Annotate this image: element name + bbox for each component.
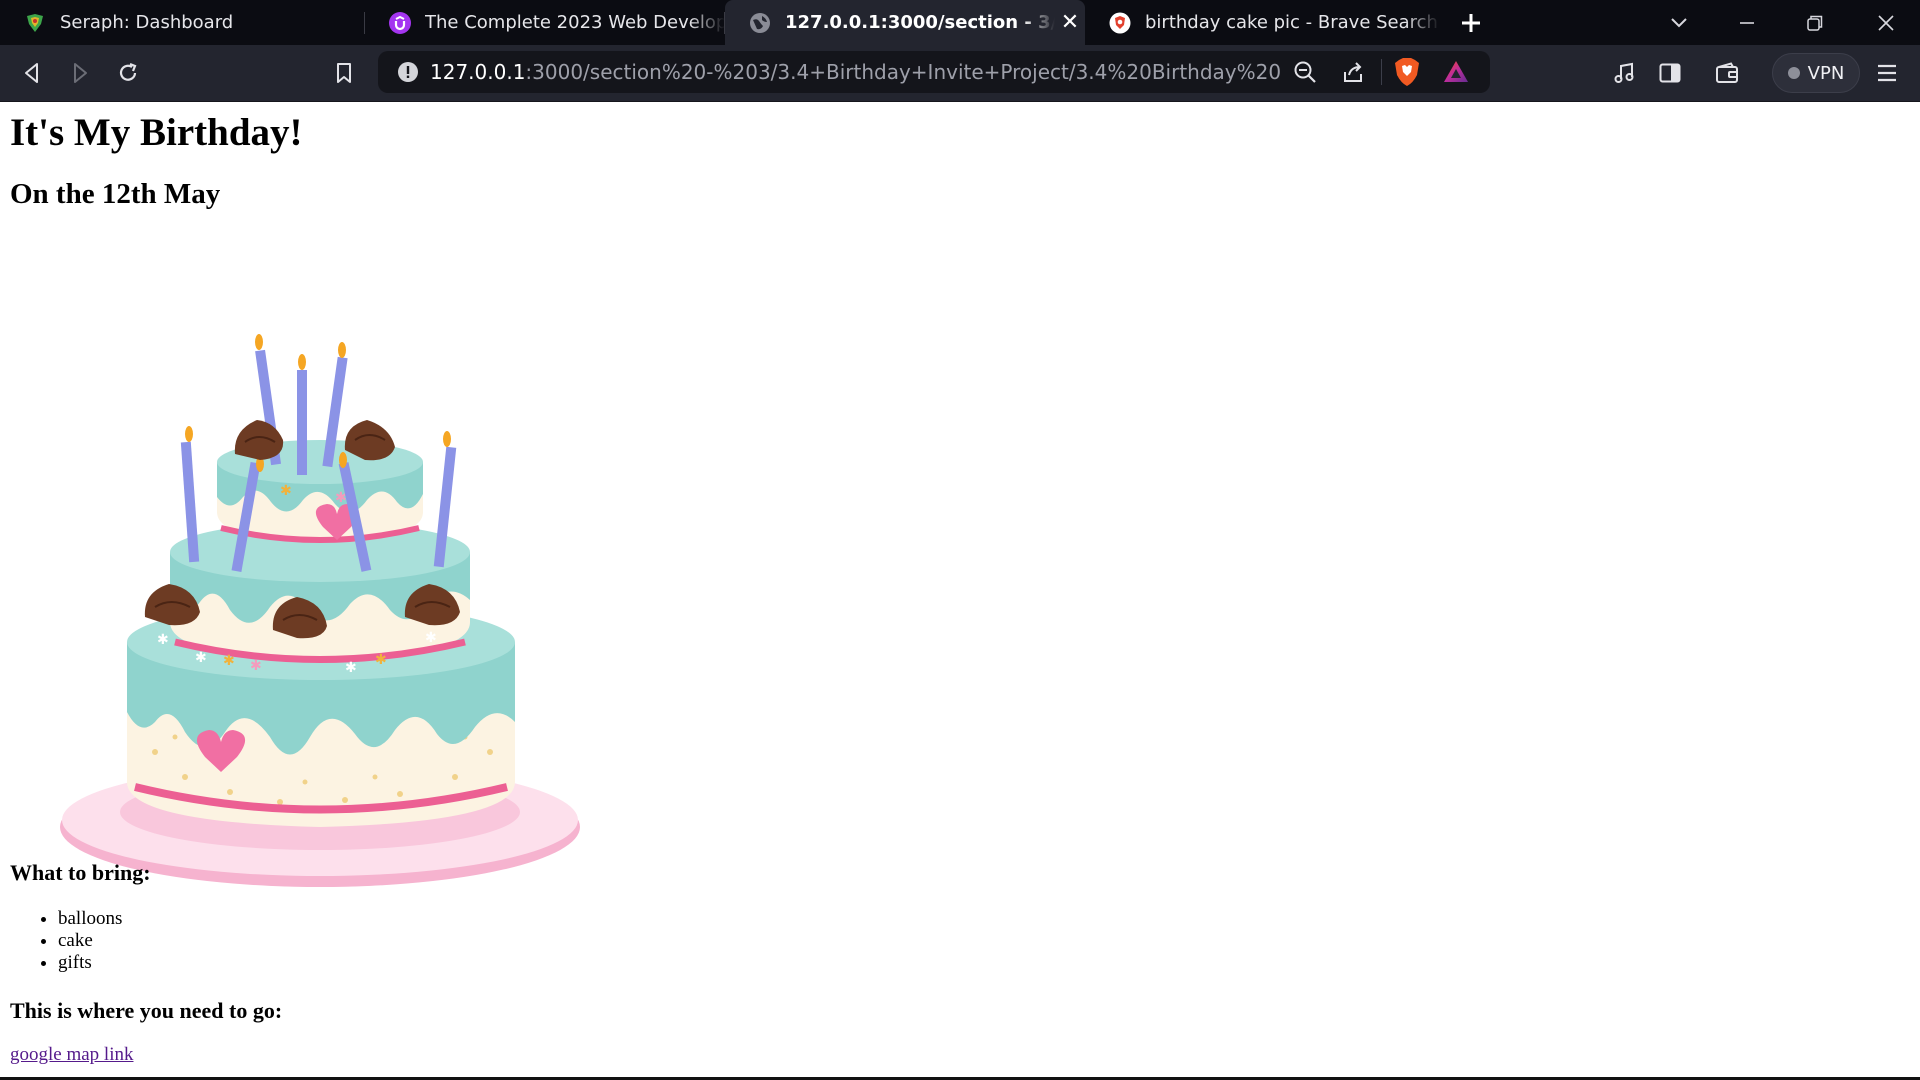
brave-search-icon: [1109, 12, 1131, 34]
bookmark-icon: [337, 63, 351, 83]
svg-text:✱: ✱: [250, 658, 262, 674]
close-window-button[interactable]: [1852, 0, 1920, 45]
close-tab-icon[interactable]: ✕: [1055, 10, 1085, 35]
brave-rewards-icon[interactable]: [1443, 60, 1469, 88]
plus-icon: [1462, 13, 1480, 32]
wallet-icon: [1716, 62, 1738, 83]
close-icon: [1878, 14, 1894, 31]
restore-button[interactable]: [1781, 0, 1849, 45]
music-note-icon: [1614, 62, 1634, 83]
globe-icon: [749, 12, 771, 34]
url-path: :3000/section%20-%203/3.4+Birthday+Invit…: [525, 60, 1280, 84]
reload-button[interactable]: [108, 53, 148, 93]
page-subtitle: On the 12th May: [10, 178, 221, 210]
address-divider: [1381, 59, 1382, 85]
list-item: cake: [58, 930, 122, 952]
bookmark-button[interactable]: [324, 53, 364, 93]
url-text[interactable]: 127.0.0.1:3000/section%20-%203/3.4+Birth…: [430, 60, 1280, 84]
svg-text:✱: ✱: [425, 630, 437, 646]
location-heading: This is where you need to go:: [10, 998, 283, 1023]
svg-text:✱: ✱: [345, 660, 357, 676]
back-button[interactable]: [12, 53, 52, 93]
birthday-cake-image: ✱ ✱ ✱ ✱ ✱ ✱ ✱ ✱ ✱: [45, 282, 585, 922]
back-arrow-icon: [25, 63, 38, 83]
forward-button[interactable]: [60, 53, 100, 93]
tab-brave-search[interactable]: birthday cake pic - Brave Search: [1085, 0, 1440, 45]
forward-arrow-icon: [74, 63, 87, 83]
brave-shields-icon[interactable]: [1394, 57, 1420, 91]
list-item: balloons: [58, 908, 122, 930]
svg-text:✱: ✱: [157, 632, 169, 648]
minimize-button[interactable]: [1713, 0, 1781, 45]
wallet-button[interactable]: [1707, 53, 1747, 93]
list-item: gifts: [58, 952, 122, 974]
reload-icon: [119, 62, 137, 81]
sidebar-icon: [1659, 63, 1681, 83]
tab-web-dev-bootcamp[interactable]: The Complete 2023 Web Development Bootca…: [365, 0, 725, 45]
media-button[interactable]: [1604, 53, 1644, 93]
zoom-icon[interactable]: [1293, 60, 1317, 88]
address-bar[interactable]: 127.0.0.1:3000/section%20-%203/3.4+Birth…: [378, 51, 1490, 93]
minimize-icon: [1740, 21, 1754, 24]
vpn-status-icon: [1787, 67, 1800, 79]
udemy-icon: [389, 11, 411, 34]
seraph-icon: [24, 12, 46, 34]
bring-list: balloons cake gifts: [10, 908, 122, 974]
google-map-link[interactable]: google map link: [10, 1044, 133, 1066]
page-title: It's My Birthday!: [10, 111, 303, 154]
svg-text:✱: ✱: [223, 653, 235, 669]
share-icon[interactable]: [1341, 60, 1365, 88]
tab-list-button[interactable]: [1645, 0, 1713, 45]
main-menu-button[interactable]: [1867, 53, 1907, 93]
restore-icon: [1807, 15, 1823, 31]
vpn-label: VPN: [1807, 62, 1845, 84]
site-info-icon[interactable]: [386, 61, 430, 83]
bring-heading: What to bring:: [10, 860, 151, 885]
svg-text:✱: ✱: [195, 650, 207, 666]
tab-birthday-invite[interactable]: 127.0.0.1:3000/section - 3/3.4+Birthday+…: [725, 0, 1085, 45]
svg-text:✱: ✱: [280, 483, 292, 499]
new-tab-button[interactable]: [1440, 0, 1502, 45]
url-host: 127.0.0.1: [430, 60, 526, 84]
tab-seraph-dashboard[interactable]: Seraph: Dashboard: [0, 0, 365, 45]
toolbar: 127.0.0.1:3000/section%20-%203/3.4+Birth…: [0, 45, 1920, 102]
vpn-button[interactable]: VPN: [1772, 53, 1860, 93]
svg-text:✱: ✱: [375, 652, 387, 668]
sidebar-toggle-button[interactable]: [1650, 53, 1690, 93]
tab-strip: Seraph: Dashboard The Complete 2023 Web …: [0, 0, 1920, 45]
web-page: It's My Birthday! On the 12th May ✱ ✱ ✱ …: [10, 102, 1910, 1076]
hamburger-menu-icon: [1878, 64, 1896, 82]
chevron-down-icon: [1671, 17, 1687, 27]
